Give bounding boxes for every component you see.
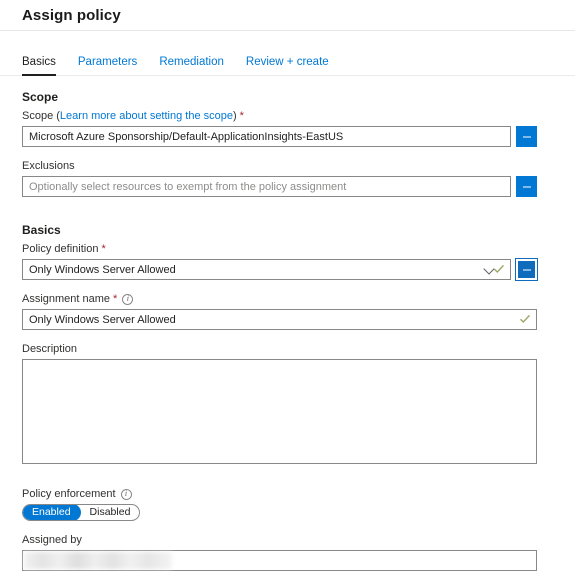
policy-definition-input[interactable] bbox=[22, 259, 511, 280]
info-icon[interactable] bbox=[122, 293, 134, 305]
policy-enforcement-label-text: Policy enforcement bbox=[22, 488, 116, 500]
policy-definition-label: Policy definition * bbox=[22, 242, 575, 256]
policy-definition-input-row bbox=[22, 259, 575, 280]
scope-input-row bbox=[22, 126, 575, 147]
assigned-by-field: Assigned by bbox=[22, 533, 575, 571]
tab-basics[interactable]: Basics bbox=[22, 55, 56, 76]
scope-required-marker: * bbox=[239, 110, 244, 122]
description-field: Description bbox=[22, 342, 575, 467]
policy-enforcement-label: Policy enforcement bbox=[22, 487, 575, 501]
blade-header: Assign policy bbox=[0, 0, 575, 31]
scope-browse-button[interactable] bbox=[516, 126, 537, 147]
enforcement-disabled-option[interactable]: Disabled bbox=[81, 505, 140, 520]
description-label: Description bbox=[22, 343, 78, 355]
policy-enforcement-toggle[interactable]: Enabled Disabled bbox=[22, 504, 141, 521]
tab-bar: Basics Parameters Remediation Review + c… bbox=[0, 31, 575, 76]
assigned-by-label: Assigned by bbox=[22, 534, 82, 546]
tab-review-create[interactable]: Review + create bbox=[246, 55, 329, 76]
assignment-name-input[interactable] bbox=[22, 309, 537, 330]
assigned-by-input[interactable] bbox=[22, 550, 537, 571]
scope-input[interactable] bbox=[22, 126, 511, 147]
policy-definition-select-wrap bbox=[22, 259, 511, 280]
scope-learn-more-link[interactable]: Learn more about setting the scope bbox=[60, 109, 233, 123]
assigned-by-wrap bbox=[22, 550, 537, 571]
page-title: Assign policy bbox=[22, 6, 121, 24]
basics-section-heading: Basics bbox=[22, 223, 61, 237]
exclusions-browse-button[interactable] bbox=[516, 176, 537, 197]
info-icon[interactable] bbox=[120, 488, 132, 500]
assignment-name-label-text: Assignment name bbox=[22, 293, 111, 305]
exclusions-label: Exclusions bbox=[22, 160, 75, 172]
policy-definition-field: Policy definition * bbox=[22, 242, 575, 280]
exclusions-input[interactable] bbox=[22, 176, 511, 197]
assignment-name-label: Assignment name * bbox=[22, 292, 575, 306]
policy-definition-browse-button[interactable] bbox=[516, 259, 537, 280]
exclusions-field: Exclusions bbox=[22, 159, 575, 197]
scope-section-heading: Scope bbox=[22, 90, 59, 104]
scope-label-suffix: ) bbox=[232, 110, 237, 122]
exclusions-input-row bbox=[22, 176, 575, 197]
scope-field: Scope (Learn more about setting the scop… bbox=[22, 109, 575, 147]
scope-label-prefix: Scope ( bbox=[22, 110, 60, 122]
assignment-name-input-row bbox=[22, 309, 575, 330]
tab-remediation[interactable]: Remediation bbox=[159, 55, 224, 76]
assignment-name-field: Assignment name * bbox=[22, 292, 575, 330]
description-textarea[interactable] bbox=[22, 359, 537, 464]
assign-policy-form: Scope Scope (Learn more about setting th… bbox=[0, 76, 575, 571]
enforcement-enabled-option[interactable]: Enabled bbox=[23, 505, 81, 520]
policy-definition-required-marker: * bbox=[101, 243, 106, 255]
assignment-name-required-marker: * bbox=[113, 293, 118, 305]
tab-parameters[interactable]: Parameters bbox=[78, 55, 137, 76]
scope-label: Scope (Learn more about setting the scop… bbox=[22, 109, 575, 123]
assignment-name-wrap bbox=[22, 309, 537, 330]
policy-definition-label-text: Policy definition bbox=[22, 243, 99, 255]
policy-enforcement-field: Policy enforcement Enabled Disabled bbox=[22, 487, 575, 521]
